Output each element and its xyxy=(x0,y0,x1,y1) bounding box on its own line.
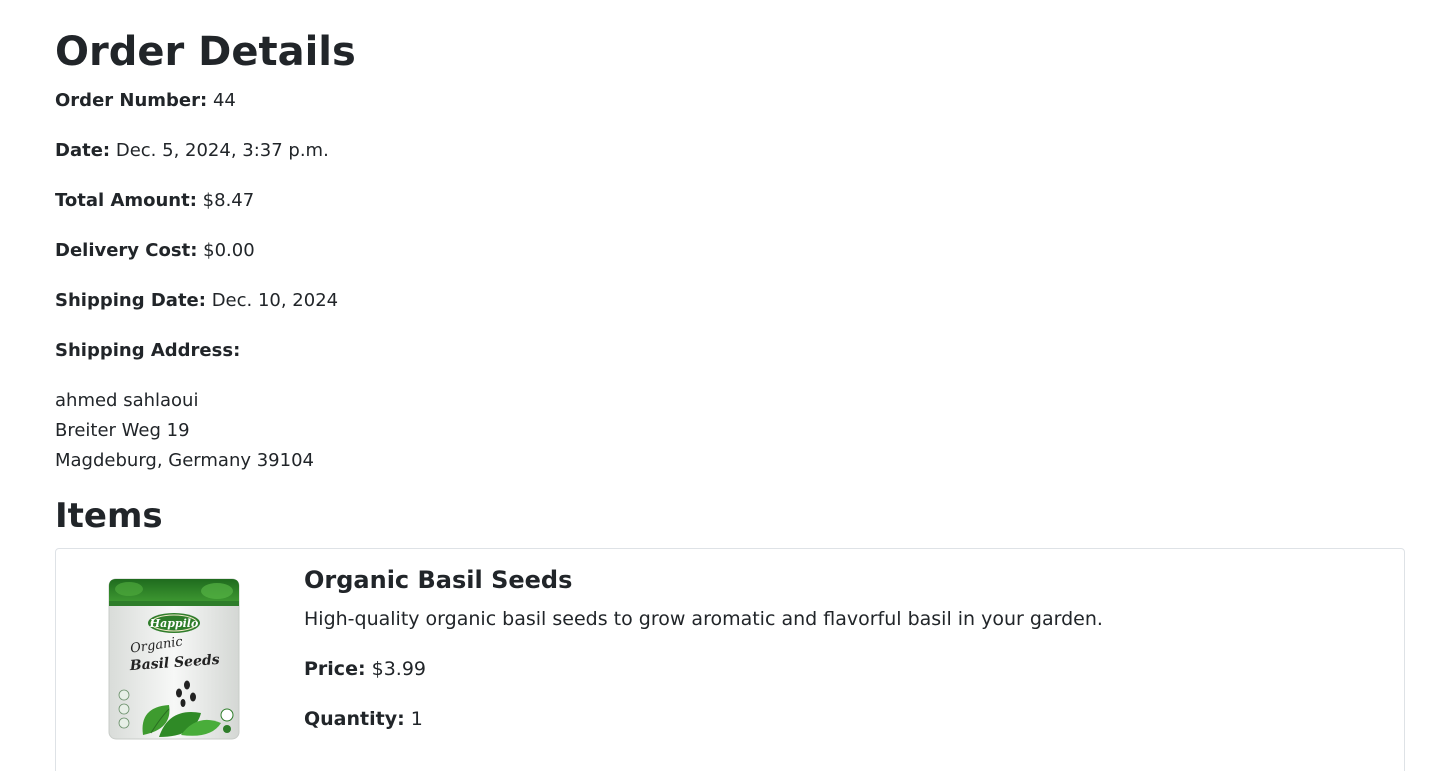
shipping-address-label: Shipping Address: xyxy=(55,340,241,361)
item-price-label: Price: xyxy=(304,658,366,680)
order-number-label: Order Number: xyxy=(55,90,208,111)
items-section-title: Items xyxy=(55,496,163,536)
total-amount-label: Total Amount: xyxy=(55,190,197,211)
order-date-label: Date: xyxy=(55,140,111,161)
product-image-brand: Happilo xyxy=(149,617,199,630)
item-price-value: $3.99 xyxy=(371,658,427,680)
order-number-row: Order Number: 44 xyxy=(55,88,236,114)
shipping-date-row: Shipping Date: Dec. 10, 2024 xyxy=(55,288,338,314)
shipping-date-value: Dec. 10, 2024 xyxy=(211,290,339,311)
total-amount-row: Total Amount: $8.47 xyxy=(55,188,254,214)
order-date-row: Date: Dec. 5, 2024, 3:37 p.m. xyxy=(55,138,329,164)
address-street: Breiter Weg 19 xyxy=(55,420,190,441)
address-name: ahmed sahlaoui xyxy=(55,390,199,411)
item-price-row: Price: $3.99 xyxy=(304,656,426,682)
address-city-line: Magdeburg, Germany 39104 xyxy=(55,450,314,471)
item-quantity-row: Quantity: 1 xyxy=(304,706,423,732)
order-number-value: 44 xyxy=(212,90,236,111)
item-quantity-value: 1 xyxy=(410,708,423,730)
item-description: High-quality organic basil seeds to grow… xyxy=(304,608,1103,630)
page-title: Order Details xyxy=(55,29,356,75)
order-item-card: Happilo Organic Basil Seeds Organic Basi… xyxy=(55,548,1405,771)
delivery-cost-row: Delivery Cost: $0.00 xyxy=(55,238,255,264)
delivery-cost-value: $0.00 xyxy=(203,240,255,261)
item-name: Organic Basil Seeds xyxy=(304,566,573,594)
total-amount-value: $8.47 xyxy=(202,190,255,211)
delivery-cost-label: Delivery Cost: xyxy=(55,240,198,261)
product-image: Happilo Organic Basil Seeds xyxy=(108,578,240,740)
shipping-date-label: Shipping Date: xyxy=(55,290,206,311)
item-quantity-label: Quantity: xyxy=(304,708,405,730)
order-date-value: Dec. 5, 2024, 3:37 p.m. xyxy=(115,140,329,161)
shipping-address-row: Shipping Address: xyxy=(55,338,240,364)
order-details-page: Order Details Order Number: 44 Date: Dec… xyxy=(0,0,1451,771)
